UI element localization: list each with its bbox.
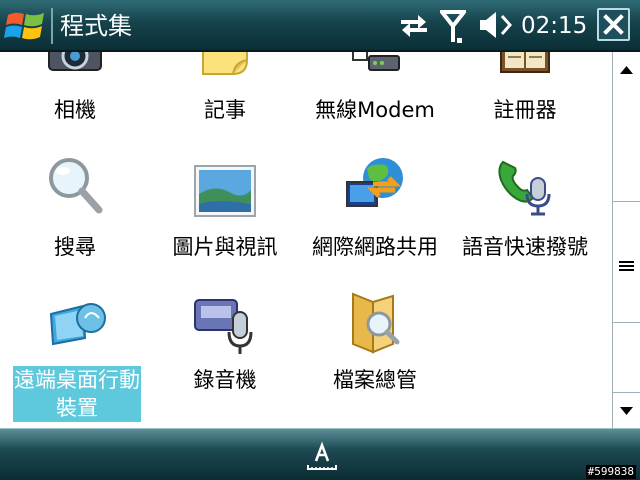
- connectivity-arrows-icon[interactable]: [398, 10, 430, 40]
- voice-dial-icon: [493, 154, 557, 218]
- program-item-search[interactable]: 搜尋: [3, 154, 147, 284]
- program-item-file-explorer[interactable]: 檔案總管: [303, 290, 447, 428]
- program-item-internet-sharing[interactable]: 網際網路共用: [303, 154, 447, 284]
- picture-icon: [193, 162, 257, 226]
- wireless-modem-icon: [343, 52, 407, 80]
- input-panel-button[interactable]: [302, 433, 342, 473]
- window-title: 程式集: [60, 12, 132, 40]
- voice-recorder-icon: [193, 292, 257, 356]
- remote-desktop-icon: [43, 292, 107, 356]
- program-label: 圖片與視訊: [172, 235, 278, 259]
- program-label: 檔案總管: [333, 368, 417, 392]
- scroll-up-button[interactable]: [613, 52, 640, 89]
- program-label: 語音快速撥號: [462, 235, 588, 259]
- program-label: 相機: [54, 98, 96, 122]
- registry-book-icon: [493, 52, 557, 80]
- volume-speaker-icon[interactable]: [478, 10, 514, 40]
- signal-antenna-icon[interactable]: [440, 10, 466, 44]
- program-label: 記事: [204, 98, 246, 122]
- program-grid: 相機 記事 無線Modem 註冊器 搜尋 圖片與視訊 網際網路共用 語音快速撥號…: [0, 52, 612, 428]
- program-label: 搜尋: [54, 235, 96, 259]
- title-separator: [51, 8, 53, 44]
- magnifier-icon: [43, 154, 107, 218]
- program-item-remote-desktop[interactable]: 遠端桌面行動裝置: [3, 290, 147, 428]
- program-item-camera[interactable]: 相機: [3, 52, 147, 132]
- program-item-wireless-modem[interactable]: 無線Modem: [303, 52, 447, 132]
- program-label: 錄音機: [193, 368, 257, 392]
- program-item-pictures-video[interactable]: 圖片與視訊: [153, 154, 297, 284]
- scroll-track[interactable]: [613, 88, 640, 392]
- start-button[interactable]: [4, 6, 48, 46]
- program-label: 註冊器: [493, 98, 557, 122]
- close-button[interactable]: [597, 8, 630, 41]
- scroll-thumb[interactable]: [613, 201, 640, 323]
- program-item-notes[interactable]: 記事: [153, 52, 297, 132]
- arrow-down-icon: [620, 407, 633, 415]
- vertical-scrollbar[interactable]: [612, 52, 640, 428]
- arrow-up-icon: [620, 66, 633, 74]
- clock[interactable]: 02:15: [521, 11, 587, 41]
- file-explorer-icon: [343, 290, 407, 354]
- scroll-down-button[interactable]: [613, 392, 640, 429]
- grip-icon: [619, 257, 634, 271]
- internet-sharing-icon: [343, 154, 407, 218]
- soft-key-bar: #599838: [0, 428, 640, 480]
- windows-flag-icon: [4, 12, 44, 40]
- programs-screen: 程式集 02:15 相機 記事 無線Modem 註冊器 搜尋 圖片與視訊 網際網…: [0, 0, 640, 480]
- program-item-voice-recorder[interactable]: 錄音機: [153, 290, 297, 428]
- watermark: #599838: [585, 465, 636, 479]
- camera-icon: [43, 52, 107, 80]
- program-label: 遠端桌面行動裝置: [13, 366, 141, 422]
- input-panel-icon: [307, 441, 337, 470]
- program-item-registry[interactable]: 註冊器: [453, 52, 597, 132]
- program-label: 網際網路共用: [312, 235, 438, 259]
- program-label: 無線Modem: [315, 98, 435, 122]
- title-bar: 程式集 02:15: [0, 0, 640, 52]
- close-icon: [603, 14, 624, 35]
- notes-icon: [193, 52, 257, 80]
- program-item-voice-dial[interactable]: 語音快速撥號: [453, 154, 597, 284]
